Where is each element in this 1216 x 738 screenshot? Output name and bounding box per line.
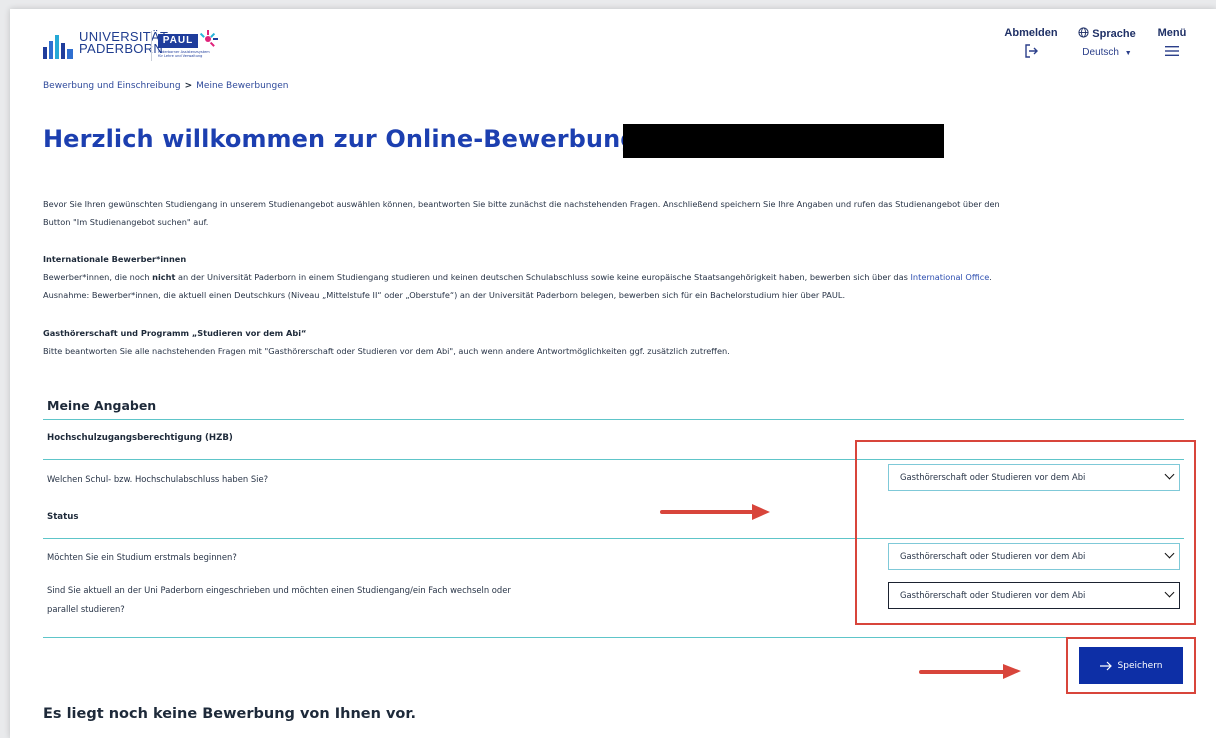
hamburger-icon — [1165, 46, 1179, 56]
page-title: Herzlich willkommen zur Online-Bewerbung… — [43, 125, 647, 153]
question-first-study: Möchten Sie ein Studium erstmals beginne… — [47, 552, 237, 562]
intro-text: Bevor Sie Ihren gewünschten Studiengang … — [43, 195, 1000, 231]
international-line-1-pre: Bewerber*innen, die noch — [43, 272, 153, 282]
breadcrumb-separator: > — [184, 81, 193, 91]
university-name: UNIVERSITÄT PADERBORN — [79, 30, 168, 56]
guest-heading: Gasthörerschaft und Programm „Studieren … — [43, 328, 307, 338]
annotation-arrow-icon — [919, 664, 1021, 679]
annotation-arrow-icon — [660, 504, 770, 520]
international-line-1-end: . — [989, 272, 992, 282]
redacted-name — [623, 124, 944, 158]
form-heading: Meine Angaben — [47, 398, 157, 413]
international-section: Internationale Bewerber*innen Bewerber*i… — [43, 250, 992, 304]
annotation-box-save — [1066, 637, 1196, 694]
logout-link[interactable]: Abmelden — [1000, 27, 1062, 63]
logo-line2: PADERBORN — [79, 41, 164, 56]
menu-button[interactable]: Menü — [1150, 27, 1194, 62]
paul-burst-icon — [199, 30, 218, 47]
intro-line-1: Bevor Sie Ihren gewünschten Studiengang … — [43, 199, 1000, 209]
paul-subtitle: Paderborner Assistenzsystem für Lehre un… — [158, 50, 210, 58]
question-enrolled-line-2: parallel studieren? — [47, 604, 125, 614]
chevron-down-icon: ▼ — [1124, 50, 1132, 57]
question-enrolled-line-1: Sind Sie aktuell an der Uni Paderborn ei… — [47, 585, 511, 595]
menu-label: Menü — [1157, 27, 1187, 39]
guest-line-1: Bitte beantworten Sie alle nachstehenden… — [43, 346, 730, 356]
logout-label: Abmelden — [1004, 27, 1058, 39]
no-application-heading: Es liegt noch keine Bewerbung von Ihnen … — [43, 706, 416, 722]
university-logo-icon[interactable] — [43, 33, 75, 59]
language-selector[interactable]: Sprache Deutsch ▼ — [1070, 27, 1144, 60]
page: UNIVERSITÄT PADERBORN PAUL Paderborner A… — [10, 9, 1216, 738]
language-value-row[interactable]: Deutsch ▼ — [1070, 47, 1144, 60]
international-line-2: Ausnahme: Bewerber*innen, die aktuell ei… — [43, 290, 846, 300]
international-line-1-bold: nicht — [152, 272, 176, 282]
international-office-link[interactable]: International Office — [911, 272, 990, 282]
language-value: Deutsch — [1082, 47, 1119, 58]
paul-badge[interactable]: PAUL — [158, 34, 198, 48]
intro-line-2: Button "Im Studienangebot suchen" auf. — [43, 217, 209, 227]
breadcrumb-item-application[interactable]: Bewerbung und Einschreibung — [43, 81, 181, 91]
annotation-box-selects — [855, 440, 1196, 625]
section-hzb: Hochschulzugangsberechtigung (HZB) — [47, 433, 233, 443]
guest-section: Gasthörerschaft und Programm „Studieren … — [43, 324, 730, 360]
breadcrumb-item-my-applications[interactable]: Meine Bewerbungen — [196, 81, 288, 91]
divider — [43, 419, 1184, 420]
logo-divider — [151, 31, 152, 61]
international-heading: Internationale Bewerber*innen — [43, 254, 187, 264]
international-line-1: Bewerber*innen, die noch nicht an der Un… — [43, 268, 992, 286]
breadcrumb: Bewerbung und Einschreibung > Meine Bewerb… — [43, 81, 288, 91]
question-degree: Welchen Schul- bzw. Hochschulabschluss h… — [47, 474, 269, 484]
language-label: Sprache — [1092, 28, 1136, 40]
question-enrolled: Sind Sie aktuell an der Uni Paderborn ei… — [47, 581, 511, 619]
globe-icon — [1078, 27, 1089, 38]
logout-icon — [1025, 44, 1038, 58]
divider — [43, 637, 1184, 638]
language-label-row: Sprache — [1070, 27, 1144, 41]
section-status: Status — [47, 512, 79, 522]
international-line-1-post: an der Universität Paderborn in einem St… — [175, 272, 911, 282]
